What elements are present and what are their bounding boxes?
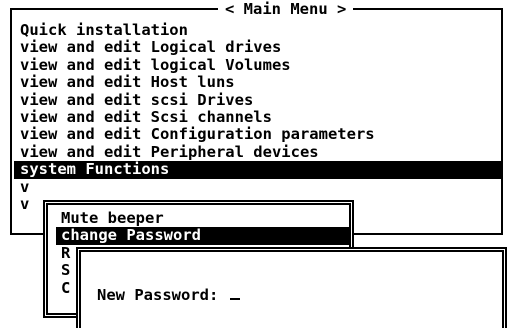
password-prompt-row: New Password:: [97, 286, 240, 304]
new-password-dialog: New Password:: [76, 247, 507, 328]
submenu-item-change-password[interactable]: change Password: [56, 227, 349, 245]
menu-item-logical-drives[interactable]: view and edit Logical drives: [20, 39, 501, 56]
menu-item-configuration-parameters[interactable]: view and edit Configuration parameters: [20, 126, 501, 143]
menu-item-quick-installation[interactable]: Quick installation: [20, 22, 501, 39]
menu-item-host-luns[interactable]: view and edit Host luns: [20, 74, 501, 91]
menu-item-logical-volumes[interactable]: view and edit logical Volumes: [20, 57, 501, 74]
menu-item-peripheral-devices[interactable]: view and edit Peripheral devices: [20, 144, 501, 161]
main-menu-list: Quick installation view and edit Logical…: [14, 22, 501, 213]
menu-item-scsi-drives[interactable]: view and edit scsi Drives: [20, 92, 501, 109]
terminal-screen: < Main Menu > Quick installation view an…: [0, 0, 507, 328]
menu-item-scsi-channels[interactable]: view and edit Scsi channels: [20, 109, 501, 126]
text-cursor: [229, 298, 240, 300]
main-menu-title: < Main Menu >: [218, 0, 354, 18]
submenu-item-mute-beeper[interactable]: Mute beeper: [61, 210, 349, 227]
menu-item-system-functions[interactable]: system Functions: [14, 161, 501, 179]
menu-item-partial-1[interactable]: v: [20, 179, 501, 196]
new-password-label: New Password:: [97, 286, 219, 304]
